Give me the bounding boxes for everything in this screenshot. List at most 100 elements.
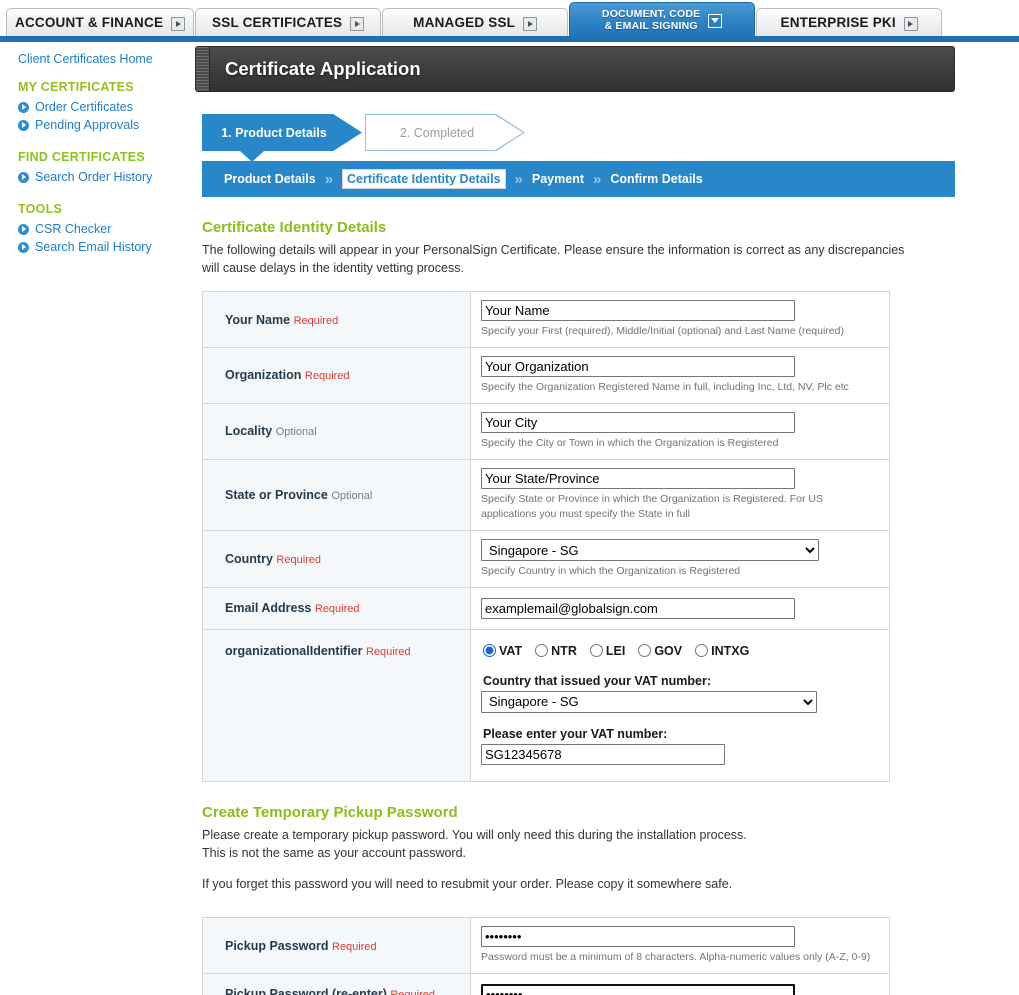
tab-ssl-certificates[interactable]: SSL CERTIFICATES	[195, 8, 382, 38]
sidebar-item-label: Search Email History	[35, 240, 152, 254]
sidebar-group-my-certificates: MY CERTIFICATES	[18, 80, 134, 94]
identity-form-table: Your Name Required Specify your First (r…	[202, 291, 890, 782]
description-line: If you forget this password you will nee…	[202, 877, 733, 891]
arrow-down-icon	[708, 13, 723, 28]
description-line: This is not the same as your account pas…	[202, 845, 467, 860]
org-identifier-radio-group: VAT NTR LEI GOV INTXG	[481, 641, 879, 660]
bullet-arrow-icon	[18, 119, 29, 131]
sidebar-item-client-certificates-home[interactable]: Client Certificates Home	[18, 52, 195, 66]
chevron-right-icon: »	[324, 170, 334, 188]
radio-input-lei[interactable]	[589, 644, 603, 658]
field-label-email-address: Email Address Required	[202, 587, 471, 630]
field-hint: Password must be a minimum of 8 characte…	[481, 951, 871, 964]
sidebar-group-find-certificates: FIND CERTIFICATES	[18, 150, 145, 164]
requirement-badge: Optional	[275, 426, 317, 439]
bullet-arrow-icon	[18, 241, 29, 253]
chevron-right-icon: »	[514, 170, 524, 188]
table-row-country: Country Required Singapore - SG Specify …	[202, 530, 890, 588]
breadcrumb-item-confirm-details[interactable]: Confirm Details	[610, 172, 702, 186]
description-line: Please create a temporary pickup passwor…	[202, 827, 747, 842]
section-title-password: Create Temporary Pickup Password	[202, 803, 458, 821]
radio-option-ntr[interactable]: NTR	[535, 644, 577, 658]
sidebar-item-pending-approvals[interactable]: Pending Approvals	[18, 116, 195, 134]
radio-label: NTR	[551, 643, 577, 658]
breadcrumb-item-certificate-identity-details[interactable]: Certificate Identity Details	[342, 169, 506, 189]
page-title: Certificate Application	[225, 58, 421, 79]
field-value-email-address	[470, 587, 890, 630]
table-row-your-name: Your Name Required Specify your First (r…	[202, 291, 890, 348]
step-inner: 2. Completed	[366, 115, 524, 150]
breadcrumb-item-product-details[interactable]: Product Details	[224, 172, 316, 186]
radio-option-lei[interactable]: LEI	[589, 643, 626, 658]
chevron-right-icon: »	[593, 170, 602, 188]
field-value-pickup-password: Password must be a minimum of 8 characte…	[470, 917, 890, 974]
top-navigation-bar: ACCOUNT & FINANCE SSL CERTIFICATES MANAG…	[0, 0, 1019, 42]
tab-strip: ACCOUNT & FINANCE SSL CERTIFICATES MANAG…	[6, 0, 1019, 38]
vat-number-input[interactable]	[481, 743, 725, 765]
step-completed: 2. Completed	[365, 114, 525, 151]
radio-option-intxg[interactable]: INTXG	[695, 644, 749, 658]
sidebar-item-csr-checker[interactable]: CSR Checker	[18, 220, 195, 238]
field-hint: Specify Country in which the Organizatio…	[481, 565, 741, 577]
tab-label: MANAGED SSL	[413, 15, 516, 31]
field-label-country: Country Required	[202, 530, 471, 588]
step-product-details[interactable]: 1. Product Details	[202, 114, 362, 151]
breadcrumb-item-payment[interactable]: Payment	[532, 172, 584, 186]
state-province-input[interactable]	[481, 467, 795, 489]
radio-label: LEI	[605, 643, 626, 658]
sidebar-group-tools: TOOLS	[18, 202, 63, 216]
arrow-right-icon	[171, 16, 186, 31]
label-text: State or Province	[225, 487, 328, 502]
country-select[interactable]: Singapore - SG	[481, 539, 819, 561]
field-hint: Specify the Organization Registered Name…	[481, 381, 849, 393]
radio-option-vat[interactable]: VAT	[483, 644, 522, 658]
organization-input[interactable]	[481, 356, 795, 377]
sidebar-item-search-email-history[interactable]: Search Email History	[18, 238, 195, 256]
locality-input[interactable]	[481, 411, 795, 433]
label-text: Country	[225, 551, 273, 566]
page-body: Client Certificates Home MY CERTIFICATES…	[0, 42, 1019, 995]
radio-input-ntr[interactable]	[535, 644, 549, 658]
label-text: Email Address	[225, 601, 312, 616]
requirement-badge: Required	[314, 603, 360, 616]
tab-enterprise-pki[interactable]: ENTERPRISE PKI	[756, 8, 943, 38]
sidebar-item-order-certificates[interactable]: Order Certificates	[18, 98, 195, 116]
tab-managed-ssl[interactable]: MANAGED SSL	[382, 8, 569, 38]
tab-label-line2: & EMAIL SIGNING	[604, 19, 698, 32]
your-name-input[interactable]	[481, 300, 795, 322]
email-address-input[interactable]	[481, 597, 795, 619]
bullet-arrow-icon	[18, 101, 29, 113]
tab-label: DOCUMENT, CODE & EMAIL SIGNING	[602, 9, 700, 31]
requirement-badge: Required	[332, 940, 377, 953]
table-row-organization: Organization Required Specify the Organi…	[202, 347, 890, 404]
field-value-organization: Specify the Organization Registered Name…	[470, 347, 890, 404]
radio-input-intxg[interactable]	[695, 644, 709, 658]
radio-option-gov[interactable]: GOV	[638, 644, 682, 658]
table-row-pickup-password: Pickup Password Required Password must b…	[202, 917, 890, 974]
tab-document-code-email-signing[interactable]: DOCUMENT, CODE & EMAIL SIGNING	[569, 2, 756, 38]
requirement-badge: Required	[293, 314, 339, 327]
pickup-password-input[interactable]	[481, 926, 795, 948]
radio-input-vat[interactable]	[483, 644, 496, 658]
label-text: Locality	[225, 424, 273, 439]
main-content: Certificate Application 1. Product Detai…	[195, 42, 1019, 995]
requirement-badge: Required	[276, 553, 322, 566]
tab-account-finance[interactable]: ACCOUNT & FINANCE	[6, 8, 195, 38]
table-row-state-province: State or Province Optional Specify State…	[202, 459, 890, 531]
label-text: Your Name	[225, 312, 291, 327]
pickup-password-reenter-input[interactable]	[481, 983, 795, 995]
table-row-pickup-password-reenter: Pickup Password (re-enter) Required	[202, 973, 890, 995]
table-row-email-address: Email Address Required	[202, 587, 890, 630]
radio-input-gov[interactable]	[638, 644, 652, 658]
description-line: will cause delays in the identity vettin…	[202, 261, 464, 276]
radio-label: INTXG	[711, 643, 750, 658]
vat-country-select[interactable]: Singapore - SG	[481, 690, 817, 713]
sidebar-item-search-order-history[interactable]: Search Order History	[18, 168, 195, 186]
field-value-pickup-password-reenter	[470, 973, 890, 995]
field-hint: Specify your First (required), Middle/In…	[481, 325, 844, 338]
field-label-locality: Locality Optional	[202, 403, 471, 459]
field-value-your-name: Specify your First (required), Middle/In…	[470, 291, 890, 348]
field-value-country: Singapore - SG Specify Country in which …	[470, 530, 890, 588]
field-label-organizational-identifier: organizationalIdentifier Required	[202, 629, 471, 782]
